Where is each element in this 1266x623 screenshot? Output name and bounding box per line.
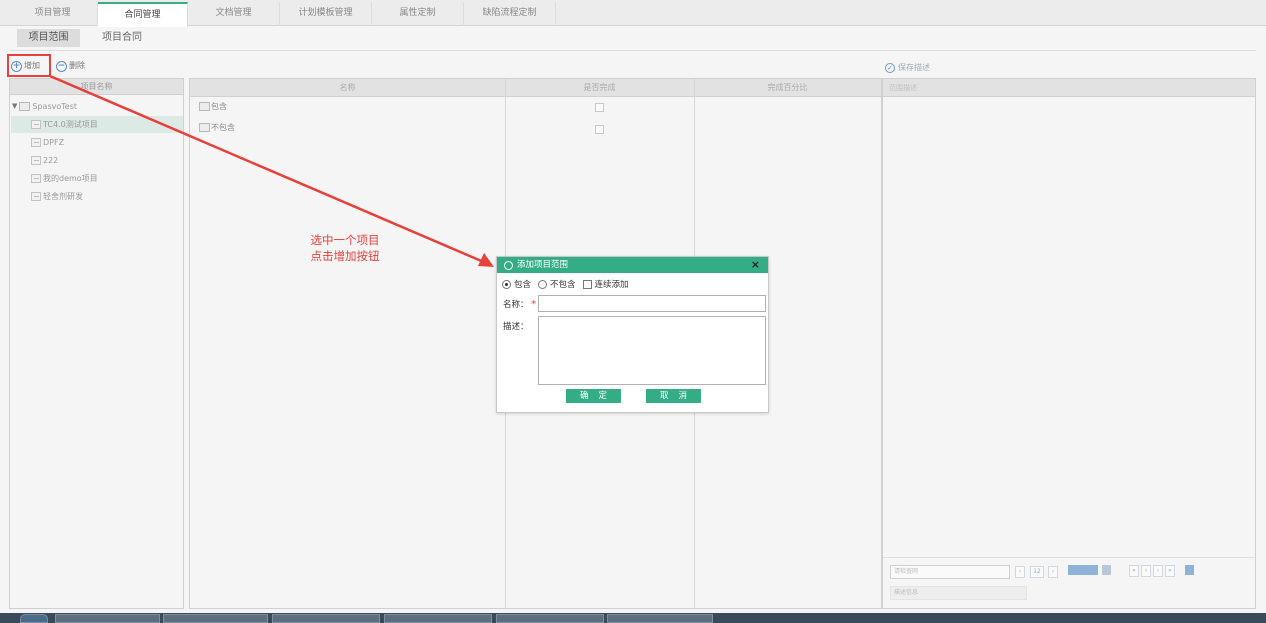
project-icon xyxy=(31,192,41,201)
taskbar-app[interactable] xyxy=(272,614,380,623)
dialog-title: 添加项目范围 xyxy=(517,260,569,270)
delete-button[interactable]: − 删除 xyxy=(56,59,85,73)
include-radio-label: 包含 xyxy=(514,280,532,290)
tree-item-tc40[interactable]: TC4.0测试项目 xyxy=(11,116,183,133)
name-input[interactable] xyxy=(538,295,766,312)
grid-row-exclude[interactable]: 不包含 xyxy=(199,122,235,133)
cancel-button[interactable]: 取消 xyxy=(646,389,701,403)
tree-item-label: 轻舍剂研发 xyxy=(43,192,83,201)
annotation-line-2: 点击增加按钮 xyxy=(310,249,380,263)
top-tab-bar: 项目管理 合同管理 文档管理 计划模板管理 属性定制 缺陷流程定制 xyxy=(0,0,1266,27)
pager-first-button[interactable]: « xyxy=(1129,565,1139,577)
annotation-text: 选中一个项目 点击增加按钮 xyxy=(290,232,400,264)
pager-back-button[interactable]: ‹ xyxy=(1141,565,1151,577)
tree-item-dpfz[interactable]: DPFZ xyxy=(31,134,64,151)
tab-project-contract[interactable]: 项目合同 xyxy=(92,29,152,47)
tree-item-label: 我的demo项目 xyxy=(43,174,98,183)
grid-row-label: 包含 xyxy=(211,102,227,111)
exclude-radio[interactable] xyxy=(538,279,548,289)
continuous-add-label: 连续添加 xyxy=(594,280,629,290)
project-icon xyxy=(31,156,41,165)
name-label: 名称： * xyxy=(503,298,536,310)
save-description-button[interactable]: ✓ 保存描述 xyxy=(885,62,930,73)
delete-button-label: 删除 xyxy=(69,61,85,70)
pager-prev-button[interactable]: ‹ xyxy=(1015,566,1025,578)
expand-arrow-icon[interactable]: ▼ xyxy=(12,98,17,115)
tree-item-label: DPFZ xyxy=(43,138,65,147)
minus-icon: − xyxy=(56,60,67,72)
app-logo-icon xyxy=(504,260,513,270)
tree-item-demo[interactable]: 我的demo项目 xyxy=(31,170,98,187)
start-button[interactable] xyxy=(20,614,48,623)
check-circle-icon: ✓ xyxy=(885,62,895,73)
project-tree-panel: 项目名称 ▼ SpasvoTest TC4.0测试项目 DPFZ 222 我的d… xyxy=(9,78,184,609)
folder-icon xyxy=(199,123,210,132)
project-icon xyxy=(31,174,41,183)
project-icon xyxy=(31,138,41,147)
completed-checkbox[interactable] xyxy=(595,103,604,112)
include-radio[interactable] xyxy=(502,279,511,289)
tree-header: 项目名称 xyxy=(10,79,183,95)
column-header-name[interactable]: 名称 xyxy=(190,79,505,97)
pager-next-button[interactable]: › xyxy=(1048,566,1058,578)
close-icon[interactable]: × xyxy=(751,258,760,272)
tree-item-rd[interactable]: 轻舍剂研发 xyxy=(31,188,83,205)
folder-icon xyxy=(199,102,210,111)
tree-item-label: 222 xyxy=(43,156,59,165)
tab-project-scope[interactable]: 项目范围 xyxy=(17,29,80,47)
continuous-add-checkbox[interactable] xyxy=(582,279,592,289)
grid-row-label: 不包含 xyxy=(211,123,235,132)
sub-tab-bar: 项目范围 项目合同 xyxy=(0,27,1266,49)
required-mark: * xyxy=(531,299,537,310)
divider xyxy=(883,557,1255,558)
add-button-highlight-box xyxy=(7,54,51,77)
completed-checkbox[interactable] xyxy=(595,125,604,134)
tree-root[interactable]: ▼ SpasvoTest xyxy=(12,98,77,115)
save-description-label: 保存描述 xyxy=(898,63,930,72)
exclude-radio-label: 不包含 xyxy=(550,280,576,290)
description-panel: 范围描述 请检查网 ‹ 12 › « ‹ › » 描述信息 xyxy=(882,78,1256,609)
annotation-line-1: 选中一个项目 xyxy=(310,233,380,247)
pager-last-button[interactable]: » xyxy=(1165,565,1175,577)
scope-type-options: 包含 不包含 连续添加 xyxy=(502,278,629,290)
tab-document-management[interactable]: 文档管理 xyxy=(188,2,280,26)
folder-icon xyxy=(19,102,31,111)
grid-row-include[interactable]: 包含 xyxy=(199,101,227,112)
tab-project-management[interactable]: 项目管理 xyxy=(8,2,98,26)
pager-action-button[interactable] xyxy=(1068,565,1098,575)
pager-refresh-button[interactable] xyxy=(1185,565,1194,575)
pager-secondary-field: 描述信息 xyxy=(890,586,1027,600)
grid-header: 名称 是否完成 完成百分比 xyxy=(190,79,881,97)
tab-contract-management[interactable]: 合同管理 xyxy=(98,2,188,27)
pager-search-input[interactable]: 请检查网 xyxy=(890,565,1010,579)
tree-root-label: SpasvoTest xyxy=(32,102,77,111)
tab-plan-template-management[interactable]: 计划模板管理 xyxy=(280,2,372,26)
tab-attribute-custom[interactable]: 属性定制 xyxy=(372,2,464,26)
tree-item-222[interactable]: 222 xyxy=(31,152,58,169)
taskbar-app[interactable] xyxy=(384,614,492,623)
project-icon xyxy=(31,120,41,129)
os-taskbar xyxy=(0,613,1266,623)
tree-item-label: TC4.0测试项目 xyxy=(43,120,98,129)
column-header-completed[interactable]: 是否完成 xyxy=(505,79,694,97)
divider xyxy=(10,50,1256,51)
name-label-text: 名称： xyxy=(503,300,529,310)
description-textarea[interactable] xyxy=(538,316,766,385)
pager-action-button[interactable] xyxy=(1102,565,1111,575)
description-header: 范围描述 xyxy=(883,79,1255,97)
dialog-title-bar: 添加项目范围 xyxy=(497,257,768,273)
pager-forward-button[interactable]: › xyxy=(1153,565,1163,577)
taskbar-app[interactable] xyxy=(496,614,604,623)
tab-defect-flow-custom[interactable]: 缺陷流程定制 xyxy=(464,2,556,26)
pager-count: 12 xyxy=(1030,566,1044,578)
column-header-percent[interactable]: 完成百分比 xyxy=(694,79,881,97)
taskbar-app[interactable] xyxy=(163,614,268,623)
add-scope-dialog: 添加项目范围 × 包含 不包含 连续添加 名称： * 描述： 确定 取消 xyxy=(496,256,769,413)
confirm-button[interactable]: 确定 xyxy=(566,389,621,403)
taskbar-app[interactable] xyxy=(607,614,713,623)
description-label: 描述： xyxy=(503,322,529,332)
taskbar-app[interactable] xyxy=(55,614,160,623)
